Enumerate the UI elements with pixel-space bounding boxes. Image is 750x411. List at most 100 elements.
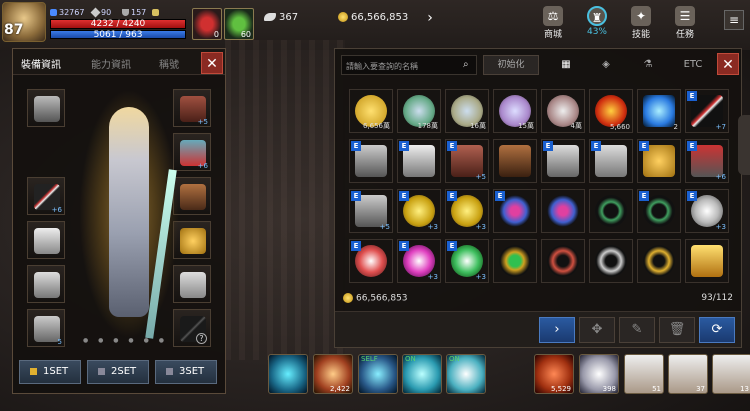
inventory-slot[interactable] (541, 239, 585, 283)
holy-cross-icon[interactable]: ON (446, 354, 486, 394)
inventory-slot[interactable] (685, 239, 729, 283)
next-button[interactable]: › (539, 317, 575, 343)
rune-icon: ◈ (602, 59, 610, 70)
slot-plus: +6 (197, 162, 208, 170)
search-icon[interactable]: ⌕ (463, 59, 469, 70)
inventory-slot[interactable]: 5,660 (589, 89, 633, 133)
skill-button[interactable]: ✦ 技能 (624, 6, 658, 40)
inventory-slot[interactable]: E (637, 139, 681, 183)
tab-potion[interactable]: ⚗ (631, 55, 665, 75)
inventory-slot[interactable]: E (637, 189, 681, 233)
inventory-slot[interactable]: 6,656萬 (349, 89, 393, 133)
quill-scroll-icon[interactable]: 51 (624, 354, 664, 394)
set-1-button[interactable]: 1SET (19, 360, 81, 384)
search-input[interactable]: 請輸入要查詢的名稱 (341, 55, 477, 75)
item-count: +3 (475, 273, 486, 281)
inventory-slot[interactable]: E (493, 189, 537, 233)
feather-icon (264, 13, 276, 21)
self-shield-icon[interactable]: SELF (358, 354, 398, 394)
glove-icon (180, 272, 206, 298)
tab-rune[interactable]: ◈ (589, 55, 623, 75)
delete-button[interactable]: 🗑 (659, 317, 695, 343)
inventory-slot[interactable]: E (349, 239, 393, 283)
inventory-action-bar: › ✥ ✎ 🗑 ⟳ (335, 311, 741, 347)
inventory-slot[interactable]: E +5 (349, 189, 393, 233)
red-potion-icon[interactable]: 0 (192, 8, 222, 40)
silver-scroll-icon[interactable]: 398 (579, 354, 619, 394)
set-2-button[interactable]: 2SET (87, 360, 149, 384)
inventory-slot[interactable] (589, 239, 633, 283)
inventory-gold: 66,566,853 (343, 293, 408, 304)
move-button[interactable]: ✥ (579, 317, 615, 343)
inventory-slot[interactable]: E +3 (397, 239, 441, 283)
set-3-button[interactable]: 3SET (155, 360, 217, 384)
reset-button[interactable]: 初始化 (483, 55, 539, 75)
lock-button[interactable]: ✎ (619, 317, 655, 343)
tab-ability-info[interactable]: 能力資訊 (91, 56, 131, 71)
shop-label: 商城 (543, 30, 562, 40)
item-count: 2 (673, 123, 678, 131)
tab-equipment-info[interactable]: 裝備資訊 (21, 56, 61, 71)
inventory-slot[interactable]: E (397, 139, 441, 183)
hamburger-menu-icon[interactable]: ≡ (724, 10, 744, 30)
item-count: +5 (475, 173, 486, 181)
inventory-slot[interactable]: E +5 (445, 139, 489, 183)
inventory-slot[interactable]: E +6 (685, 139, 729, 183)
side-tab-handle[interactable] (738, 115, 750, 175)
inventory-slot[interactable]: E +3 (397, 189, 441, 233)
sun-rune-icon[interactable] (268, 354, 308, 394)
inventory-slot[interactable] (493, 239, 537, 283)
skill-icon: ✦ (631, 6, 651, 26)
quest-button[interactable]: ☰ 任務 (668, 6, 702, 40)
inventory-slot[interactable]: E +3 (685, 189, 729, 233)
helmet-icon (34, 96, 60, 122)
inventory-slot[interactable]: 178萬 (397, 89, 441, 133)
equipped-badge: E (639, 191, 649, 201)
inventory-slot[interactable] (589, 189, 633, 233)
inventory-slot[interactable]: E (349, 139, 393, 183)
inventory-slot[interactable]: E (589, 139, 633, 183)
shield-icon (122, 9, 129, 16)
slot-plus: +6 (51, 206, 62, 214)
teleport-scroll-icon[interactable]: 13 (712, 354, 750, 394)
inventory-slot[interactable]: E +3 (445, 189, 489, 233)
tab-etc[interactable]: ETC (673, 55, 713, 75)
item-count: 4萬 (570, 122, 582, 130)
slot-helmet[interactable] (27, 89, 65, 127)
bag-button[interactable]: ♜ 43% (580, 6, 614, 37)
equipped-badge: E (591, 141, 601, 151)
slot-greaves[interactable]: 5 (27, 309, 65, 347)
feather-currency: 367 (264, 12, 298, 23)
close-icon[interactable]: ✕ (201, 52, 223, 74)
inventory-slot[interactable]: 15萬 (493, 89, 537, 133)
sort-button[interactable]: ⟳ (699, 317, 735, 343)
inventory-slot[interactable]: 4萬 (541, 89, 585, 133)
inventory-slot[interactable]: E (541, 139, 585, 183)
dragon-icon[interactable]: 2,422 (313, 354, 353, 394)
slot-boots[interactable] (27, 265, 65, 303)
inventory-slot[interactable]: E +3 (445, 239, 489, 283)
inventory-slot[interactable]: E +7 (685, 89, 729, 133)
slot-weapon[interactable]: +6 (27, 177, 65, 215)
set-marker (166, 367, 173, 375)
leaf-icon[interactable]: 60 (224, 8, 254, 40)
help-icon[interactable]: ? (196, 333, 207, 344)
tab-title[interactable]: 稱號 (159, 56, 179, 71)
skill-count: 5,529 (550, 385, 571, 393)
inventory-slot[interactable] (493, 139, 537, 183)
slot-armor[interactable] (27, 221, 65, 259)
inventory-panel: 請輸入要查詢的名稱 ⌕ 初始化 ▦ ◈ ⚗ ETC ✕ 6,656萬 178萬 16… (334, 48, 742, 348)
inventory-slot[interactable] (541, 189, 585, 233)
potion-icon[interactable]: 5,529 (534, 354, 574, 394)
inventory-slot[interactable] (637, 239, 681, 283)
whirl-icon[interactable]: ON (402, 354, 442, 394)
inventory-slot[interactable]: 16萬 (445, 89, 489, 133)
set-3-label: 3SET (179, 366, 205, 377)
inventory-slot[interactable]: 2 (637, 89, 681, 133)
chevron-right-icon[interactable]: › (421, 9, 439, 27)
tab-all[interactable]: ▦ (549, 55, 583, 75)
greaves-icon (34, 316, 60, 342)
close-icon[interactable]: ✕ (717, 53, 739, 75)
return-scroll-icon[interactable]: 37 (668, 354, 708, 394)
shop-button[interactable]: ⚖ 商城 (536, 6, 570, 40)
